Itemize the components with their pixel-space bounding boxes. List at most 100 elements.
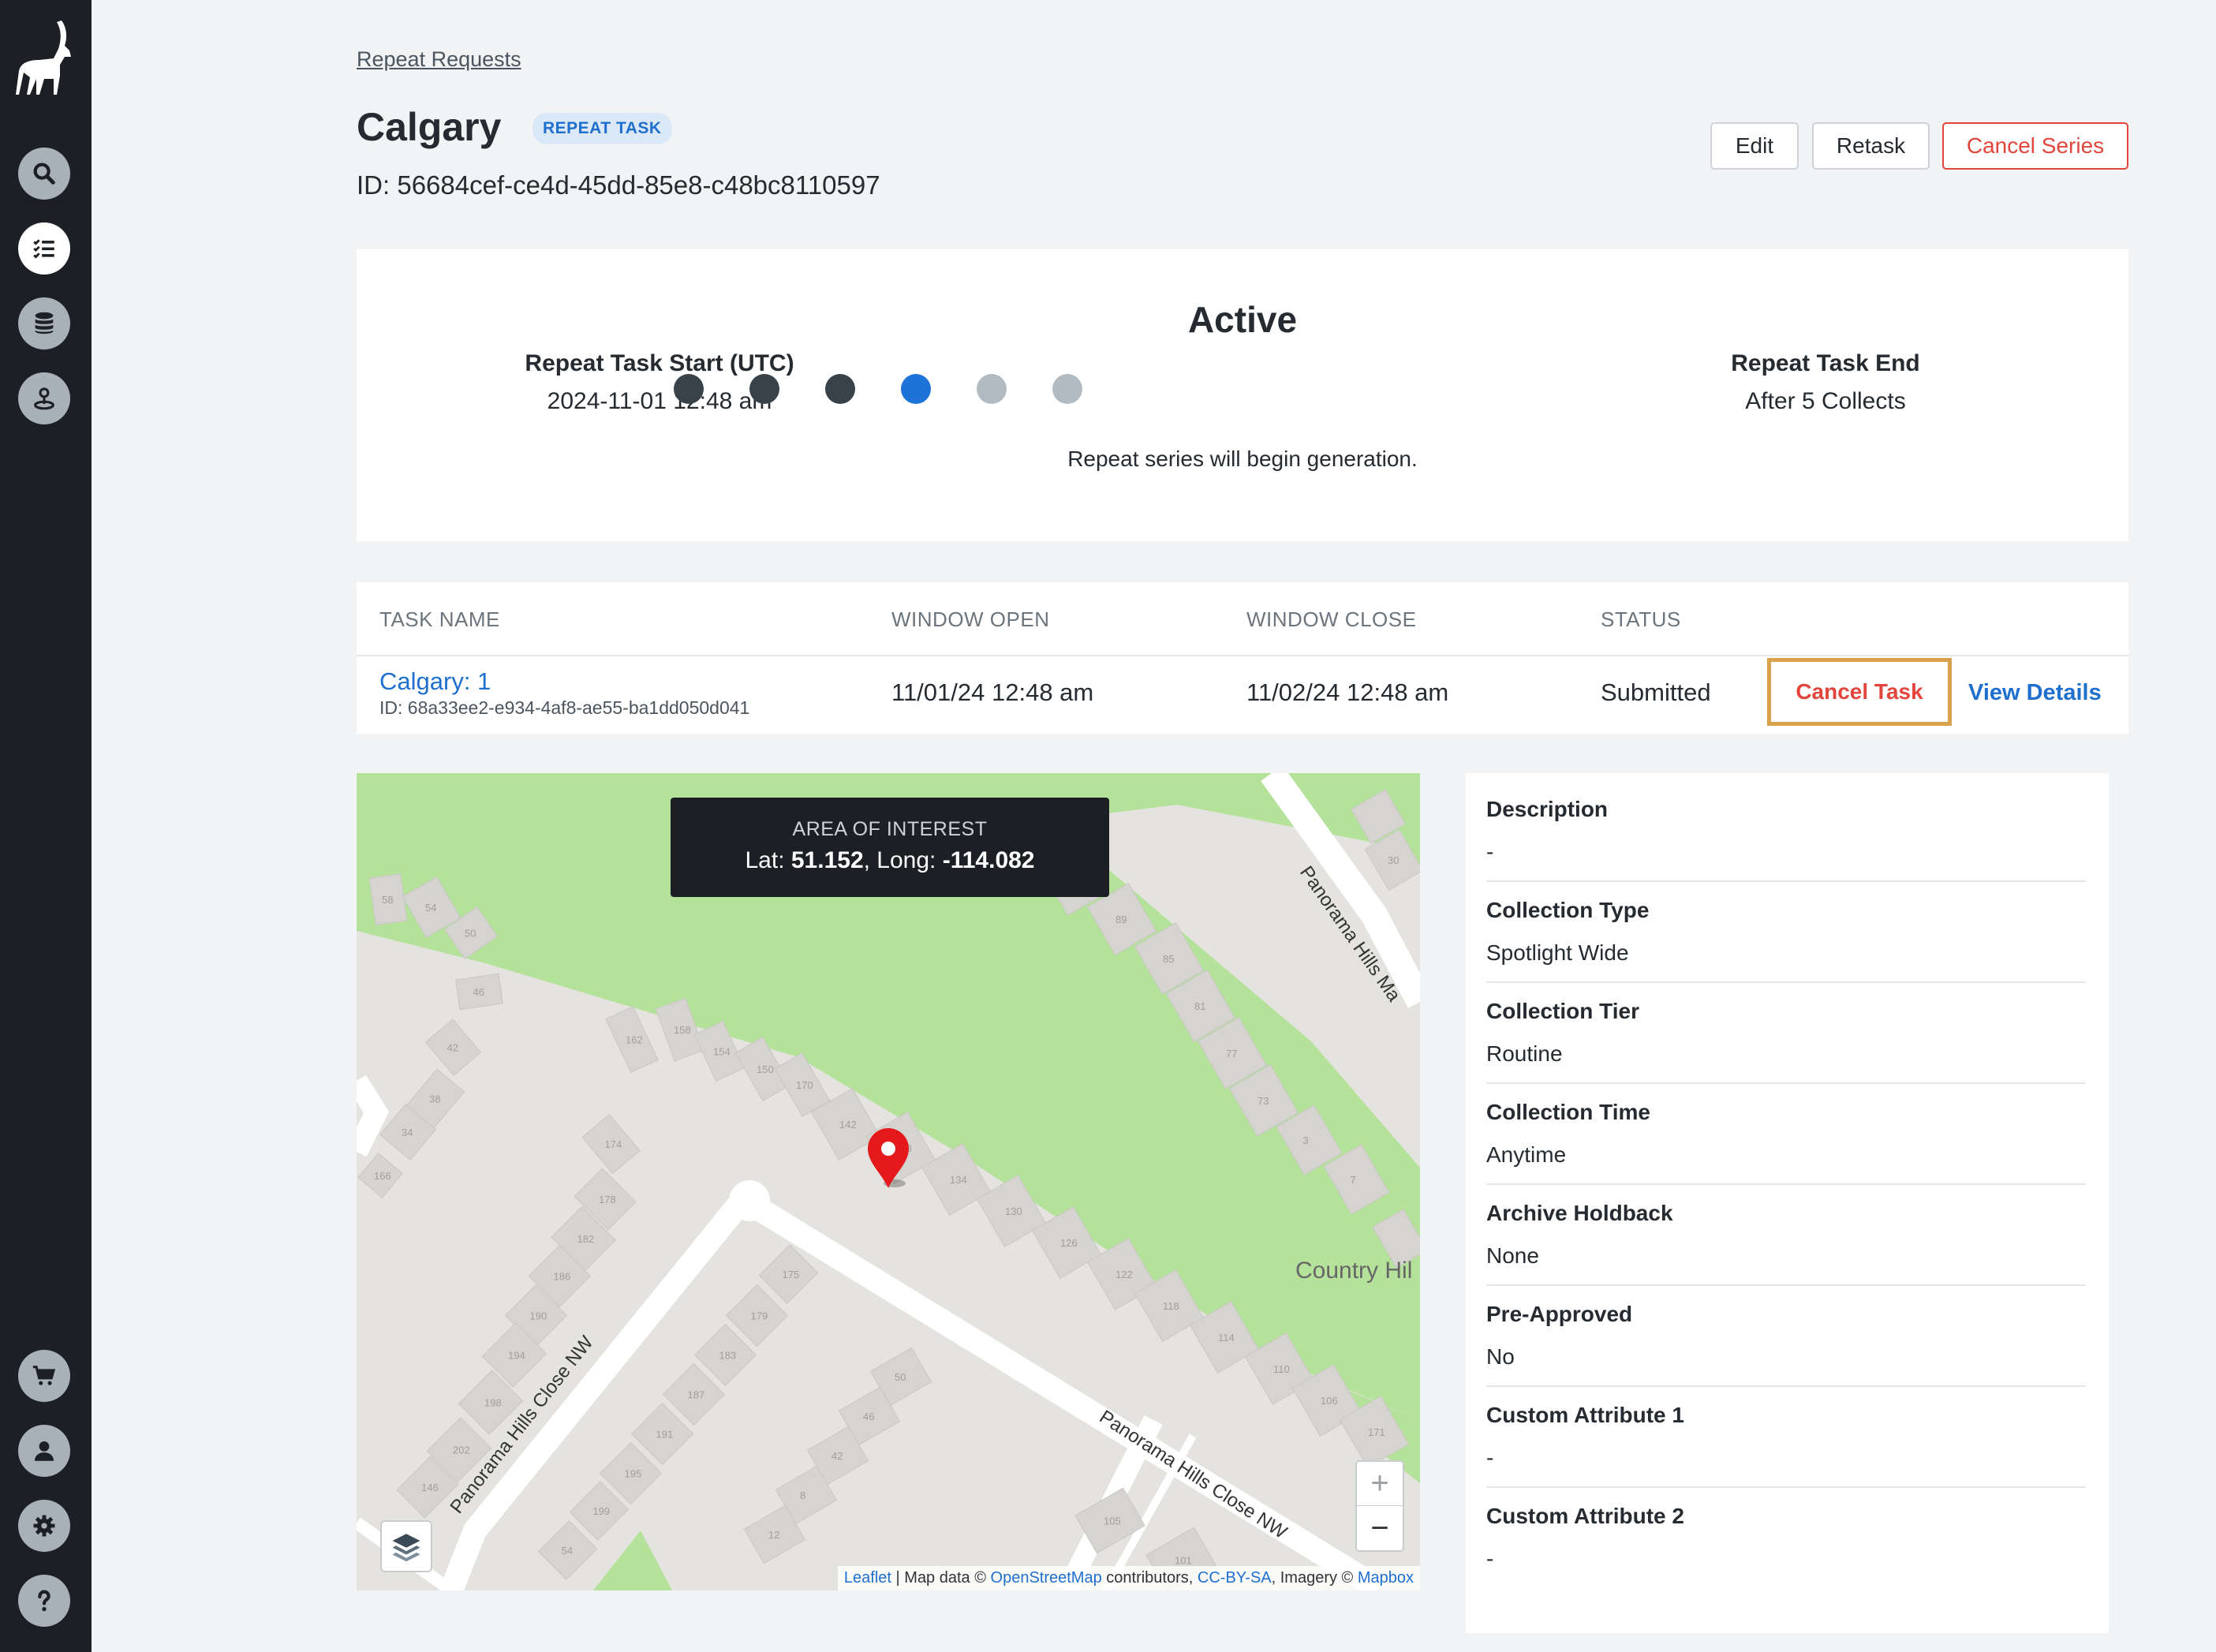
zoom-control: + − <box>1355 1460 1404 1552</box>
help-icon <box>38 1590 50 1612</box>
zoom-out-button[interactable]: − <box>1357 1506 1403 1550</box>
house-number: 191 <box>656 1429 674 1441</box>
house-number: 42 <box>447 1042 458 1054</box>
house-number: 85 <box>1163 953 1174 965</box>
house-number: 3 <box>1303 1134 1309 1146</box>
location-pin-icon[interactable] <box>865 1127 912 1190</box>
aoi-coordinates: Lat: 51.152, Long: -114.082 <box>671 847 1109 874</box>
progress-dot-complete <box>749 374 779 404</box>
antelope-logo[interactable] <box>13 16 79 103</box>
task-name-link[interactable]: Calgary: 1 <box>379 667 491 696</box>
tasks-nav-button[interactable] <box>18 222 70 275</box>
house-number: 170 <box>796 1079 813 1091</box>
detail-row: Collection Time Anytime <box>1486 1076 2086 1185</box>
progress-dot-complete <box>825 374 855 404</box>
house-number: 126 <box>1060 1237 1078 1249</box>
progress-dot-pending <box>977 374 1007 404</box>
search-nav-button[interactable] <box>18 148 70 200</box>
house-number: 190 <box>530 1310 547 1322</box>
edit-button[interactable]: Edit <box>1710 122 1799 170</box>
detail-label: Custom Attribute 1 <box>1486 1403 1684 1427</box>
area-of-interest-tooltip: AREA OF INTEREST Lat: 51.152, Long: -114… <box>671 798 1109 897</box>
house-number: 194 <box>508 1350 525 1362</box>
cancel-task-button[interactable]: Cancel Task <box>1767 658 1952 726</box>
house-number: 30 <box>1388 854 1399 866</box>
house-number: 154 <box>713 1046 731 1058</box>
window-close-cell: 11/02/24 12:48 am <box>1246 678 1449 706</box>
detail-label: Archive Holdback <box>1486 1201 1673 1225</box>
house-number: 150 <box>757 1063 774 1075</box>
window-open-cell: 11/01/24 12:48 am <box>891 678 1094 706</box>
location-icon <box>34 387 54 410</box>
detail-row: Archive Holdback None <box>1486 1177 2086 1286</box>
house-number: 77 <box>1226 1048 1237 1060</box>
house-number: 158 <box>674 1024 691 1036</box>
house-number: 162 <box>626 1034 643 1046</box>
lat-value: 51.152 <box>790 847 864 873</box>
detail-value: None <box>1486 1243 1539 1268</box>
house-number: 110 <box>1273 1363 1290 1375</box>
house-number: 199 <box>593 1505 611 1517</box>
house-number: 101 <box>1175 1555 1192 1567</box>
house-number: 105 <box>1104 1516 1121 1527</box>
detail-label: Description <box>1486 797 1609 821</box>
cart-nav-button[interactable] <box>18 1350 70 1402</box>
repeat-status-card: Active Repeat Task Start (UTC) 2024-11-0… <box>357 249 2128 541</box>
account-nav-button[interactable] <box>18 1425 70 1477</box>
house-number: 118 <box>1163 1300 1179 1312</box>
detail-row: Collection Tier Routine <box>1486 975 2086 1084</box>
house-number: 8 <box>800 1489 805 1501</box>
long-value: -114.082 <box>942 847 1035 873</box>
house-number: 34 <box>402 1127 413 1138</box>
detail-value: - <box>1486 1546 1494 1571</box>
house-number: 175 <box>783 1269 800 1280</box>
house-number: 38 <box>429 1093 440 1105</box>
house-number: 58 <box>382 894 393 906</box>
mapbox-link[interactable]: Mapbox <box>1358 1569 1414 1587</box>
view-details-link[interactable]: View Details <box>1968 680 2102 706</box>
house-number: 198 <box>484 1397 502 1409</box>
help-nav-button[interactable] <box>18 1575 70 1627</box>
status-cell: Submitted <box>1601 678 1711 706</box>
detail-value: Routine <box>1486 1041 1563 1066</box>
map[interactable]: 58 54 50 46 42 38 34 166 162 158 154 150 170 174 178 18… <box>357 773 1420 1590</box>
osm-link[interactable]: OpenStreetMap <box>991 1569 1102 1587</box>
header-window-open: WINDOW OPEN <box>891 607 1050 631</box>
page-title: Calgary <box>357 105 502 149</box>
database-icon <box>35 312 54 335</box>
house-number: 186 <box>554 1271 571 1283</box>
detail-value: - <box>1486 1445 1494 1470</box>
attrib-text: contributors, <box>1101 1569 1198 1587</box>
zoom-in-button[interactable]: + <box>1357 1462 1403 1506</box>
attrib-text: | Map data © <box>891 1569 991 1587</box>
house-number: 122 <box>1115 1269 1133 1280</box>
lat-label: Lat: <box>745 847 791 873</box>
archive-nav-button[interactable] <box>18 297 70 349</box>
cancel-series-button[interactable]: Cancel Series <box>1942 122 2128 170</box>
house-number: 182 <box>577 1233 595 1245</box>
end-value: After 5 Collects <box>1745 388 1906 414</box>
detail-row: Description - <box>1486 773 2086 882</box>
house-number: 114 <box>1218 1332 1235 1344</box>
repeat-task-badge: REPEAT TASK <box>533 113 672 144</box>
retask-button[interactable]: Retask <box>1812 122 1930 170</box>
house-number: 178 <box>599 1194 616 1205</box>
detail-label: Collection Type <box>1486 898 1650 922</box>
repeat-task-id: ID: 56684cef-ce4d-45dd-85e8-c48bc8110597 <box>357 170 880 200</box>
status-title: Active <box>1187 299 1298 340</box>
settings-nav-button[interactable] <box>18 1500 70 1552</box>
breadcrumb-repeat-requests[interactable]: Repeat Requests <box>357 47 521 72</box>
location-nav-button[interactable] <box>18 372 70 424</box>
task-list-icon <box>33 239 54 259</box>
leaflet-link[interactable]: Leaflet <box>844 1569 891 1587</box>
table-divider <box>357 655 2128 656</box>
house-number: 171 <box>1368 1426 1385 1438</box>
license-link[interactable]: CC-BY-SA <box>1198 1569 1272 1587</box>
header-window-close: WINDOW CLOSE <box>1246 607 1417 631</box>
header-status: STATUS <box>1601 607 1681 631</box>
layers-button[interactable] <box>380 1520 432 1572</box>
detail-row: Custom Attribute 2 - <box>1486 1480 2086 1581</box>
detail-value: - <box>1486 839 1494 864</box>
map-label-park: Country Hil <box>1295 1258 1412 1284</box>
house-number: 187 <box>688 1389 705 1401</box>
